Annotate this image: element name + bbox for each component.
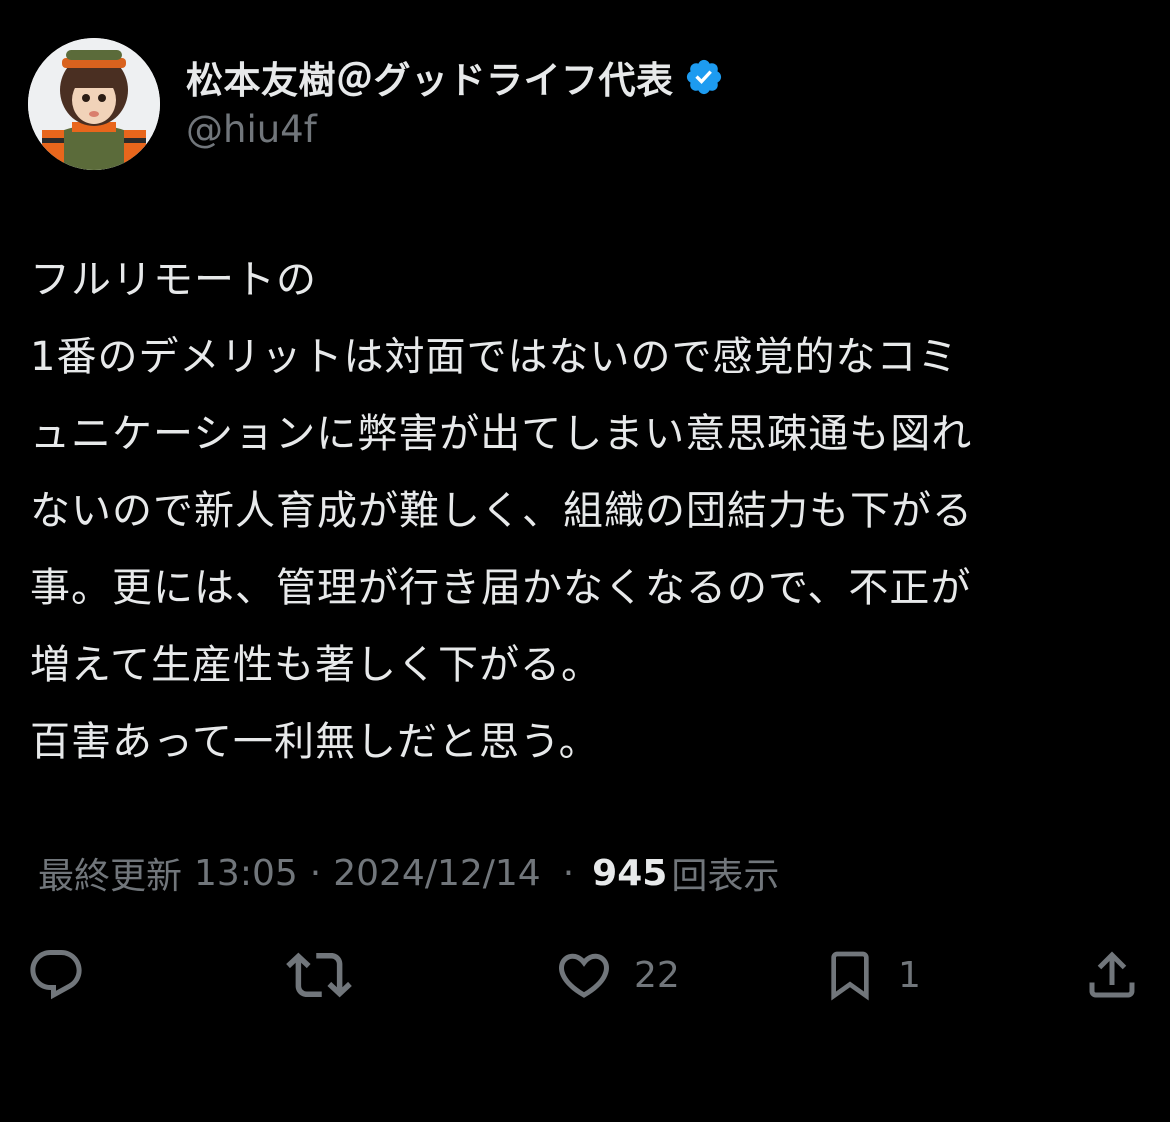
tweet-text-line: フルリモートの	[30, 257, 317, 303]
tweet-date[interactable]: 2024/12/14	[333, 853, 541, 894]
views-label: 回表示	[671, 856, 780, 897]
author-name-row: 松本友樹＠グッドライフ代表	[186, 52, 724, 102]
like-button[interactable]: 22	[554, 940, 680, 1010]
views-count[interactable]: 945	[592, 853, 667, 894]
share-button[interactable]	[1082, 940, 1142, 1010]
tweet-text-line: ないので新人育成が難しく、組織の団結力も下がる	[30, 488, 973, 534]
tweet-text: フルリモートの 1番のデメリットは対面ではないので感覚的なコミ ュニケーションに…	[30, 242, 1140, 781]
avatar[interactable]	[28, 38, 160, 170]
tweet-meta: 最終更新 13:05 · 2024/12/14 · 945 回表示	[38, 848, 779, 898]
tweet-text-line: 百害あって一利無しだと思う。	[30, 719, 600, 765]
author-handle[interactable]: @hiu4f	[186, 108, 317, 151]
last-updated-label: 最終更新	[38, 856, 183, 897]
tweet-text-line: 1番のデメリットは対面ではないので感覚的なコミ	[30, 334, 959, 380]
bookmark-icon	[831, 951, 869, 1001]
tweet-text-line: 増えて生産性も著しく下がる。	[30, 642, 602, 688]
tweet-text-line: 事。更には、管理が行き届かなくなるので、不正が	[30, 565, 972, 611]
tweet-detail: 松本友樹＠グッドライフ代表 @hiu4f フルリモートの 1番のデメリットは対面…	[0, 0, 1170, 1122]
verified-badge-icon	[684, 57, 724, 97]
action-bar: 22 1	[0, 940, 1170, 1010]
share-icon	[1089, 951, 1135, 998]
bookmark-count: 1	[898, 954, 921, 996]
bookmark-button[interactable]: 1	[822, 940, 921, 1010]
meta-separator: ·	[309, 852, 322, 894]
like-count: 22	[634, 954, 680, 996]
tweet-text-line: ュニケーションに弊害が出てしまい意思疎通も図れ	[30, 411, 973, 457]
meta-separator: ·	[562, 852, 575, 894]
reply-button[interactable]	[26, 940, 86, 1010]
reply-icon	[30, 950, 82, 1000]
display-name[interactable]: 松本友樹＠グッドライフ代表	[186, 50, 674, 104]
heart-icon	[558, 953, 610, 998]
doll-avatar-image	[28, 38, 160, 170]
retweet-button[interactable]	[286, 940, 352, 1010]
retweet-icon	[286, 952, 352, 998]
tweet-time[interactable]: 13:05	[194, 853, 298, 894]
